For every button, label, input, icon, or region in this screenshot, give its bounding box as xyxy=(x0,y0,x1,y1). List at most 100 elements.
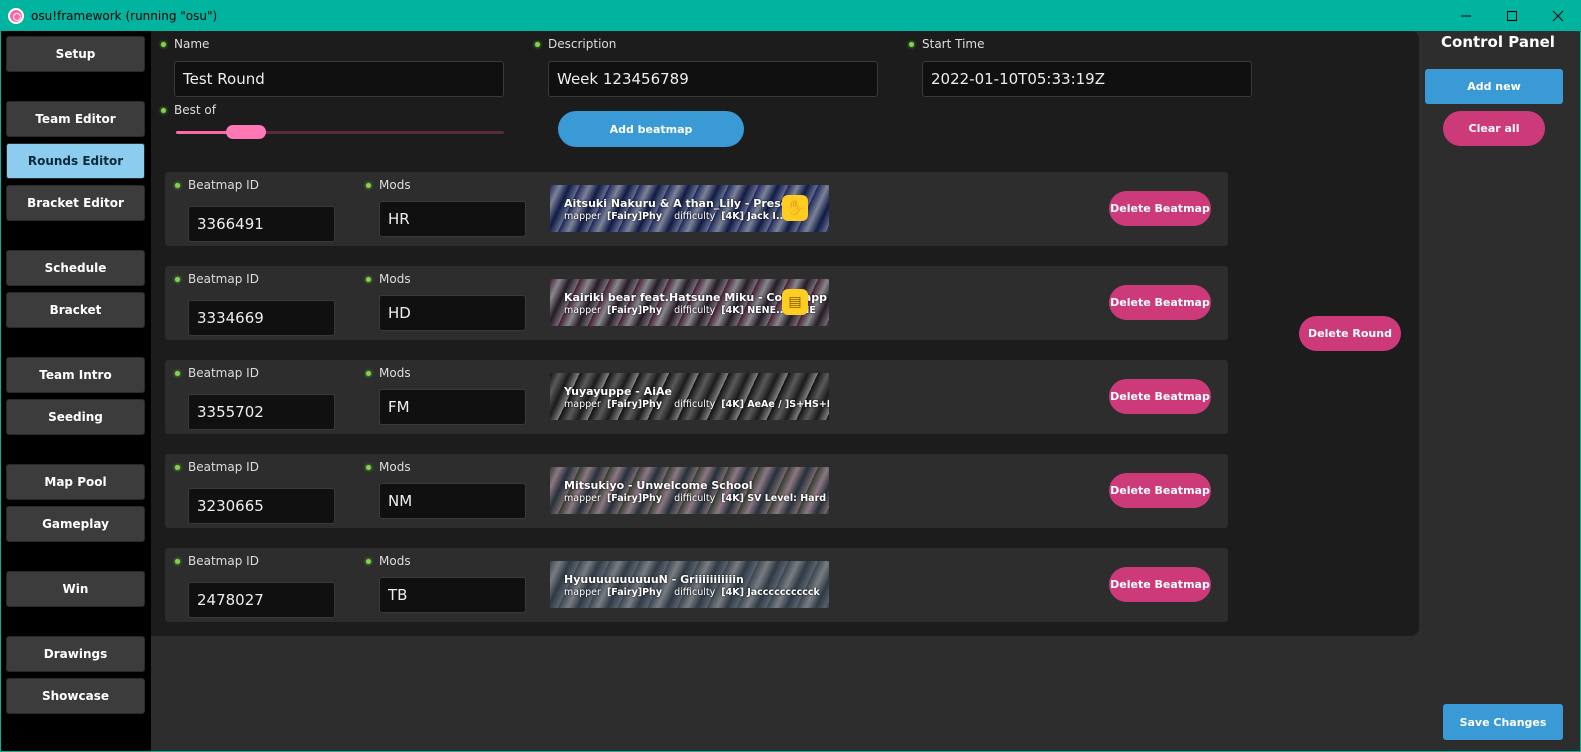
beatmap-meta: mapper [Fairy]Phy difficulty [4K] NENE..… xyxy=(564,305,816,316)
sidebar-item-map-pool[interactable]: Map Pool xyxy=(6,464,145,500)
osu-logo-icon xyxy=(8,7,24,24)
best-of-slider-handle[interactable] xyxy=(226,125,266,139)
mods-label: Mods xyxy=(366,366,411,380)
status-dot-icon xyxy=(535,41,540,47)
start-time-label: Start Time xyxy=(909,37,985,51)
beatmap-id-input[interactable]: 3366491 xyxy=(188,206,335,242)
best-of-slider[interactable] xyxy=(176,125,504,139)
delete-beatmap-button[interactable]: Delete Beatmap xyxy=(1109,191,1211,226)
status-dot-icon xyxy=(175,370,180,376)
hand-icon: ✋ xyxy=(782,195,808,221)
beatmap-id-label: Beatmap ID xyxy=(175,460,259,474)
beatmap-meta: mapper [Fairy]Phy difficulty [4K] AeAe /… xyxy=(564,399,829,410)
table-row: Beatmap ID 3230665 Mods NM Mitsukiyo - U… xyxy=(165,454,1228,528)
status-dot-icon xyxy=(161,41,166,47)
start-time-input[interactable]: 2022-01-10T05:33:19Z xyxy=(922,61,1252,97)
best-of-label: Best of xyxy=(161,103,216,117)
sidebar-item-setup[interactable]: Setup xyxy=(6,36,145,72)
beatmap-card: Aitsuki Nakuru & A than_Lily - Presen ma… xyxy=(550,185,829,232)
sidebar-item-showcase[interactable]: Showcase xyxy=(6,678,145,714)
sidebar-item-gameplay[interactable]: Gameplay xyxy=(6,506,145,542)
table-row: Beatmap ID 2478027 Mods TB HyuuuuuuuuuuN… xyxy=(165,548,1228,622)
sidebar-item-team-intro[interactable]: Team Intro xyxy=(6,357,145,393)
sidebar-item-rounds-editor[interactable]: Rounds Editor xyxy=(6,143,145,179)
status-dot-icon xyxy=(366,370,371,376)
description-label: Description xyxy=(535,37,616,51)
beatmap-meta: mapper [Fairy]Phy difficulty [4K] Jack I… xyxy=(564,211,806,222)
mods-input[interactable]: FM xyxy=(379,389,526,425)
maximize-button[interactable] xyxy=(1489,0,1535,31)
mods-label: Mods xyxy=(366,554,411,568)
status-dot-icon xyxy=(366,276,371,282)
beatmap-title: HyuuuuuuuuuuN - Griiiiiiiiiiin xyxy=(564,573,744,586)
delete-beatmap-button[interactable]: Delete Beatmap xyxy=(1109,285,1211,320)
control-panel-title: Control Panel xyxy=(1441,33,1555,51)
beatmap-id-label: Beatmap ID xyxy=(175,272,259,286)
mods-label: Mods xyxy=(366,272,411,286)
clear-all-button[interactable]: Clear all xyxy=(1443,111,1545,146)
status-dot-icon xyxy=(175,464,180,470)
mods-label: Mods xyxy=(366,460,411,474)
beatmap-id-label: Beatmap ID xyxy=(175,366,259,380)
table-row: Beatmap ID 3334669 Mods HD Kairiki bear … xyxy=(165,266,1228,340)
beatmap-id-label: Beatmap ID xyxy=(175,178,259,192)
delete-beatmap-button[interactable]: Delete Beatmap xyxy=(1109,567,1211,602)
status-dot-icon xyxy=(175,276,180,282)
beatmap-id-input[interactable]: 2478027 xyxy=(188,582,335,618)
mods-input[interactable]: TB xyxy=(379,577,526,613)
client-area: Setup Team Editor Rounds Editor Bracket … xyxy=(1,31,1580,751)
sidebar-item-bracket[interactable]: Bracket xyxy=(6,292,145,328)
status-dot-icon xyxy=(175,558,180,564)
beatmap-title: Aitsuki Nakuru & A than_Lily - Presen xyxy=(564,197,797,210)
close-button[interactable] xyxy=(1535,0,1581,31)
beatmap-id-input[interactable]: 3355702 xyxy=(188,394,335,430)
mods-input[interactable]: HD xyxy=(379,295,526,331)
status-dot-icon xyxy=(175,182,180,188)
maximize-icon xyxy=(1507,10,1517,21)
table-row: Beatmap ID 3366491 Mods HR Aitsuki Nakur… xyxy=(165,172,1228,246)
sidebar-item-bracket-editor[interactable]: Bracket Editor xyxy=(6,185,145,221)
mods-input[interactable]: HR xyxy=(379,201,526,237)
sidebar: Setup Team Editor Rounds Editor Bracket … xyxy=(1,31,151,751)
name-label: Name xyxy=(161,37,209,51)
beatmap-id-input[interactable]: 3230665 xyxy=(188,488,335,524)
window-controls xyxy=(1443,0,1581,31)
sidebar-item-win[interactable]: Win xyxy=(6,571,145,607)
minimize-button[interactable] xyxy=(1443,0,1489,31)
delete-beatmap-button[interactable]: Delete Beatmap xyxy=(1109,473,1211,508)
beatmap-card: Mitsukiyo - Unwelcome School mapper [Fai… xyxy=(550,467,829,514)
status-dot-icon xyxy=(366,182,371,188)
description-input[interactable]: Week 123456789 xyxy=(548,61,878,97)
minimize-icon xyxy=(1461,15,1471,16)
beatmap-meta: mapper [Fairy]Phy difficulty [4K] Jacccc… xyxy=(564,587,820,598)
round-panel: Name Test Round Description Week 1234567… xyxy=(151,31,1419,636)
beatmap-card: HyuuuuuuuuuuN - Griiiiiiiiiiin mapper [F… xyxy=(550,561,829,608)
beatmap-id-label: Beatmap ID xyxy=(175,554,259,568)
mods-label: Mods xyxy=(366,178,411,192)
beatmap-title: Yuyayuppe - AiAe xyxy=(564,385,672,398)
delete-beatmap-button[interactable]: Delete Beatmap xyxy=(1109,379,1211,414)
save-changes-button[interactable]: Save Changes xyxy=(1443,704,1563,740)
status-dot-icon xyxy=(366,558,371,564)
beatmap-title: Mitsukiyo - Unwelcome School xyxy=(564,479,753,492)
sidebar-item-drawings[interactable]: Drawings xyxy=(6,636,145,672)
mods-input[interactable]: NM xyxy=(379,483,526,519)
beatmap-meta: mapper [Fairy]Phy difficulty [4K] SV Lev… xyxy=(564,493,827,504)
name-input[interactable]: Test Round xyxy=(174,61,504,97)
sidebar-item-schedule[interactable]: Schedule xyxy=(6,250,145,286)
beatmap-card: Kairiki bear feat.Hatsune Miku - Corr...… xyxy=(550,279,829,326)
delete-round-button[interactable]: Delete Round xyxy=(1299,316,1401,351)
stripes-icon: ▤ xyxy=(782,289,808,315)
window-title: osu!framework (running "osu") xyxy=(31,8,218,23)
control-panel: Control Panel Add new Clear all Save Cha… xyxy=(1419,31,1580,751)
add-beatmap-button[interactable]: Add beatmap xyxy=(558,111,744,147)
title-bar: osu!framework (running "osu") xyxy=(0,0,1581,31)
status-dot-icon xyxy=(161,107,166,113)
sidebar-item-seeding[interactable]: Seeding xyxy=(6,399,145,435)
sidebar-item-team-editor[interactable]: Team Editor xyxy=(6,101,145,137)
status-dot-icon xyxy=(366,464,371,470)
close-icon xyxy=(1552,10,1564,21)
add-new-button[interactable]: Add new xyxy=(1425,69,1563,104)
beatmap-id-input[interactable]: 3334669 xyxy=(188,300,335,336)
beatmap-card: Yuyayuppe - AiAe mapper [Fairy]Phy diffi… xyxy=(550,373,829,420)
